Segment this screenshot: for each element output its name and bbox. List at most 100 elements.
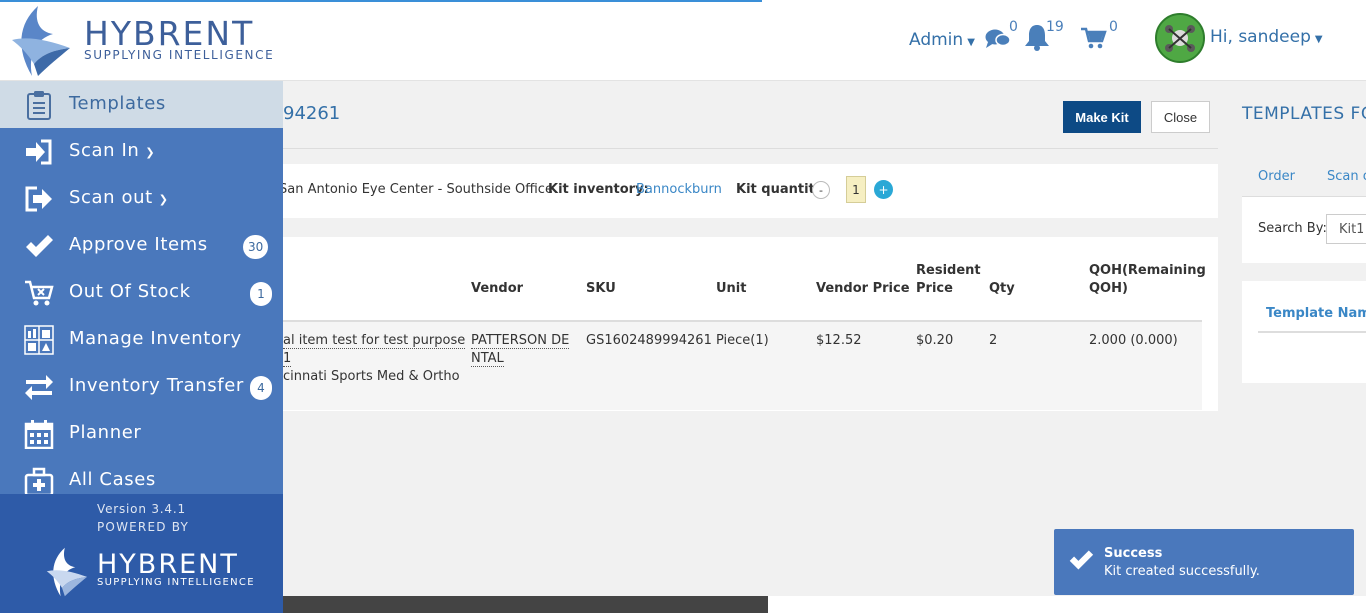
caret-down-icon: ▼ <box>967 37 975 48</box>
kit-items-table: Vendor SKU Unit Vendor Price Resident Pr… <box>283 252 1206 410</box>
scan-in-icon <box>26 139 52 165</box>
medkit-icon <box>24 467 54 496</box>
hybrent-logo[interactable]: HYBRENT SUPPLYING INTELLIGENCE <box>8 4 288 78</box>
sidebar-nav: Templates Scan In ❯ Scan out ❯ Approve Ite… <box>0 81 283 613</box>
avatar-image-icon <box>1157 15 1203 61</box>
template-search-input[interactable] <box>1326 214 1366 244</box>
sidebar-footer: Version 3.4.1 POWERED BY HYBRENT SUPPLYI… <box>0 494 283 613</box>
sidebar-item-label: Planner <box>69 422 142 443</box>
tab-scan-out[interactable]: Scan o <box>1327 169 1366 184</box>
user-avatar[interactable] <box>1155 13 1205 63</box>
hybrent-bird-icon <box>12 6 70 76</box>
brand-tagline: SUPPLYING INTELLIGENCE <box>84 48 275 62</box>
out-of-stock-count-badge: 1 <box>250 282 272 306</box>
sidebar-item-approve-items[interactable]: Approve Items 30 <box>0 222 283 269</box>
scan-out-icon <box>25 186 52 212</box>
sidebar-item-scan-in[interactable]: Scan In ❯ <box>0 128 283 175</box>
bottom-bar-light <box>768 596 1366 613</box>
sidebar-item-out-of-stock[interactable]: Out Of Stock 1 <box>0 269 283 316</box>
make-kit-button[interactable]: Make Kit <box>1063 101 1141 133</box>
tab-order[interactable]: Order <box>1258 169 1295 184</box>
templates-panel-title: TEMPLATES FO <box>1242 104 1366 124</box>
sidebar-item-label: Templates <box>69 93 166 114</box>
check-icon <box>26 235 53 257</box>
sidebar-item-label: All Cases <box>69 469 156 490</box>
sidebar-item-planner[interactable]: Planner <box>0 410 283 457</box>
sku-cell: GS1602489994261 <box>586 333 712 348</box>
footer-brand-name: HYBRENT <box>97 549 239 580</box>
bottom-bar-dark <box>283 596 768 613</box>
calendar-icon <box>24 420 54 449</box>
loading-progress-bar <box>0 0 762 2</box>
vendor-price-cell: $12.52 <box>816 333 862 348</box>
toast-title: Success <box>1104 546 1163 561</box>
cart-icon <box>25 280 54 306</box>
cart-count: 0 <box>1109 19 1118 35</box>
resident-price-cell: $0.20 <box>916 333 954 348</box>
comments-icon[interactable] <box>985 28 1011 50</box>
kit-items-panel: Vendor SKU Unit Vendor Price Resident Pr… <box>283 237 1218 411</box>
item-name-cell: al item test for test purpose 1 cinnati … <box>283 332 466 386</box>
divider <box>283 148 1218 149</box>
inventory-transfer-count-badge: 4 <box>250 376 272 400</box>
sidebar-item-templates[interactable]: Templates <box>0 81 283 128</box>
sidebar-item-label: Scan In ❯ <box>69 140 155 161</box>
kit-quantity-input[interactable]: 1 <box>846 176 866 203</box>
sidebar-item-inventory-transfer[interactable]: Inventory Transfer 4 <box>0 363 283 410</box>
sidebar-item-scan-out[interactable]: Scan out ❯ <box>0 175 283 222</box>
templates-tabs: Order Scan o <box>1242 142 1366 197</box>
user-menu[interactable]: Hi, sandeep ▼ <box>1210 27 1323 47</box>
transfer-icon <box>25 375 53 400</box>
shopping-cart-icon[interactable] <box>1081 27 1107 49</box>
table-row: al item test for test purpose 1 cinnati … <box>283 322 1202 410</box>
qoh-cell: 2.000 (0.000) <box>1089 333 1178 348</box>
sidebar-item-manage-inventory[interactable]: Manage Inventory <box>0 316 283 363</box>
user-greeting: Hi, sandeep <box>1210 27 1311 47</box>
vendor-name-line1: PATTERSON DE <box>471 333 570 349</box>
admin-label: Admin <box>909 30 964 50</box>
col-header-template-name[interactable]: Template Name <box>1266 306 1366 321</box>
search-by-label: Search By: <box>1258 221 1327 236</box>
sidebar-item-label: Out Of Stock <box>69 281 191 302</box>
qty-cell: 2 <box>989 333 998 348</box>
location-value: San Antonio Eye Center - Southside Offic… <box>279 182 553 197</box>
vendor-cell[interactable]: PATTERSON DE NTAL <box>471 332 570 368</box>
sidebar-item-text: Scan In <box>69 140 140 161</box>
success-toast[interactable]: Success Kit created successfully. <box>1054 529 1354 595</box>
kit-inventory-link[interactable]: Bannockburn <box>636 182 722 197</box>
increase-quantity-button[interactable]: + <box>874 180 893 199</box>
col-header-sku: SKU <box>586 281 616 296</box>
col-header-qoh: QOH(Remaining QOH) <box>1089 262 1206 298</box>
footer-brand-tagline: SUPPLYING INTELLIGENCE <box>97 577 255 588</box>
sidebar-item-text: Scan out <box>69 187 153 208</box>
admin-dropdown[interactable]: Admin ▼ <box>909 30 975 50</box>
item-name-link[interactable]: al item test for test purpose <box>283 333 466 349</box>
approve-items-count-badge: 30 <box>243 235 269 259</box>
item-code-link[interactable]: 1 <box>283 351 292 367</box>
chevron-down-icon: ❯ <box>158 193 169 206</box>
col-header-qoh-line2: QOH) <box>1089 281 1128 296</box>
check-icon <box>1069 550 1094 570</box>
hybrent-bird-icon <box>46 547 88 597</box>
col-header-qoh-line1: QOH(Remaining <box>1089 263 1206 278</box>
caret-down-icon: ▼ <box>1314 34 1323 45</box>
col-header-vendor-price: Vendor Price <box>816 281 910 296</box>
close-button[interactable]: Close <box>1151 101 1210 133</box>
item-facility: cinnati Sports Med & Ortho <box>283 369 460 384</box>
col-header-resident-price: Resident Price <box>916 262 981 298</box>
clipboard-icon <box>27 91 51 120</box>
inventory-icon <box>24 325 54 355</box>
notifications-count: 19 <box>1046 19 1064 35</box>
page-title: 94261 <box>283 103 341 124</box>
toast-message: Kit created successfully. <box>1104 564 1260 579</box>
unit-cell: Piece(1) <box>716 333 769 348</box>
col-header-qty: Qty <box>989 281 1015 296</box>
col-header-unit: Unit <box>716 281 747 296</box>
powered-by-label: POWERED BY <box>97 520 190 534</box>
top-bar: HYBRENT SUPPLYING INTELLIGENCE Admin ▼ 0 … <box>0 0 1366 81</box>
decrease-quantity-button[interactable]: - <box>812 181 830 199</box>
kit-inventory-label: Kit inventory: <box>548 182 649 197</box>
col-header-vendor: Vendor <box>471 281 524 296</box>
col-header-resident-price-line2: Price <box>916 281 953 296</box>
sidebar-item-label: Inventory Transfer <box>69 375 244 396</box>
